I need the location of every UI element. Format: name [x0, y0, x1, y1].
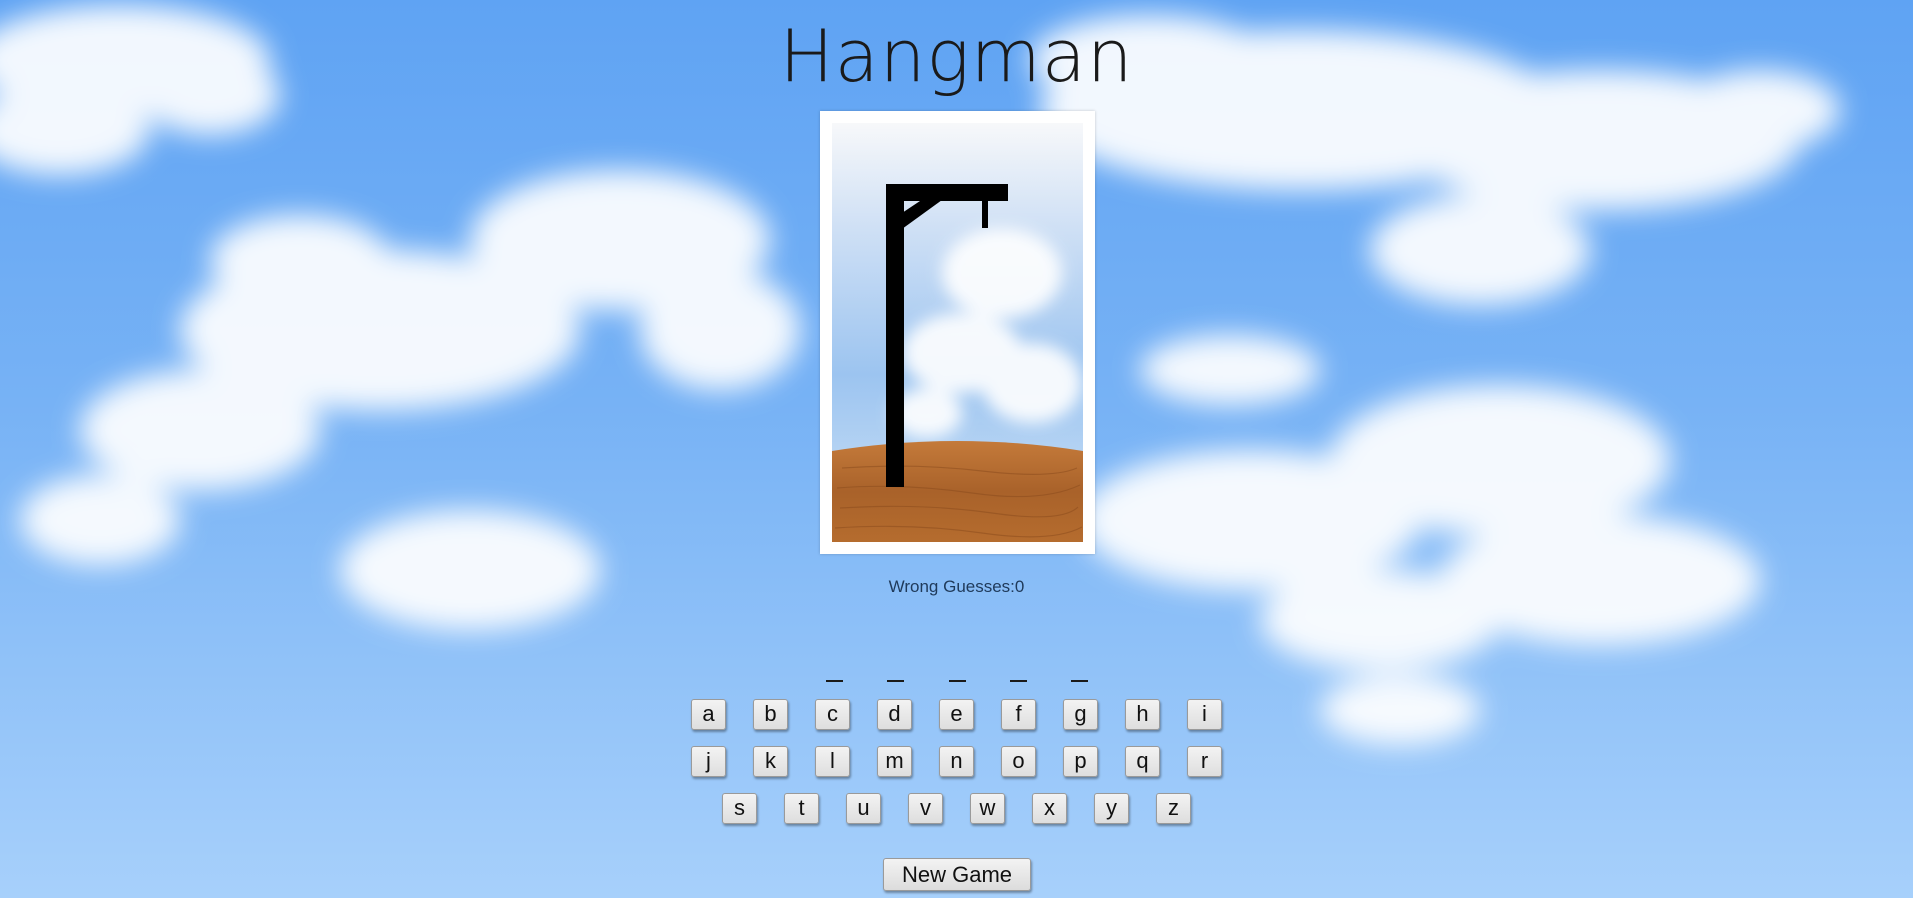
letter-slot: [887, 662, 905, 682]
letter-key-k[interactable]: k: [753, 746, 788, 777]
letter-key-x[interactable]: x: [1032, 793, 1067, 824]
letter-key-w[interactable]: w: [970, 793, 1005, 824]
letter-slot: [948, 662, 966, 682]
letter-key-i[interactable]: i: [1187, 699, 1222, 730]
gallows-icon: [832, 123, 1083, 542]
letter-key-h[interactable]: h: [1125, 699, 1160, 730]
letter-key-r[interactable]: r: [1187, 746, 1222, 777]
letter-key-b[interactable]: b: [753, 699, 788, 730]
hangman-frame: [820, 111, 1095, 554]
letter-key-t[interactable]: t: [784, 793, 819, 824]
letter-key-l[interactable]: l: [815, 746, 850, 777]
keyboard-row-3: s t u v w x y z: [0, 793, 1913, 824]
letter-key-o[interactable]: o: [1001, 746, 1036, 777]
page-title: Hangman: [779, 14, 1134, 98]
wrong-guesses-counter: Wrong Guesses:0: [888, 577, 1025, 596]
letter-key-n[interactable]: n: [939, 746, 974, 777]
letter-key-c[interactable]: c: [815, 699, 850, 730]
letter-key-z[interactable]: z: [1156, 793, 1191, 824]
letter-key-a[interactable]: a: [691, 699, 726, 730]
letter-key-f[interactable]: f: [1001, 699, 1036, 730]
letter-key-u[interactable]: u: [846, 793, 881, 824]
letter-slot: [1009, 662, 1027, 682]
letter-key-p[interactable]: p: [1063, 746, 1098, 777]
letter-key-s[interactable]: s: [722, 793, 757, 824]
letter-slot: [1071, 662, 1088, 682]
keyboard-row-1: a b c d e f g h i: [0, 699, 1913, 730]
letter-key-j[interactable]: j: [691, 746, 726, 777]
letter-key-d[interactable]: d: [877, 699, 912, 730]
keyboard-row-2: j k l m n o p q r: [0, 746, 1913, 777]
letter-key-v[interactable]: v: [908, 793, 943, 824]
letter-slot: [826, 662, 843, 682]
letter-key-q[interactable]: q: [1125, 746, 1160, 777]
letter-key-g[interactable]: g: [1063, 699, 1098, 730]
word-blanks: [826, 662, 1088, 682]
letter-key-m[interactable]: m: [877, 746, 912, 777]
letter-key-y[interactable]: y: [1094, 793, 1129, 824]
new-game-button[interactable]: New Game: [883, 858, 1031, 891]
letter-key-e[interactable]: e: [939, 699, 974, 730]
